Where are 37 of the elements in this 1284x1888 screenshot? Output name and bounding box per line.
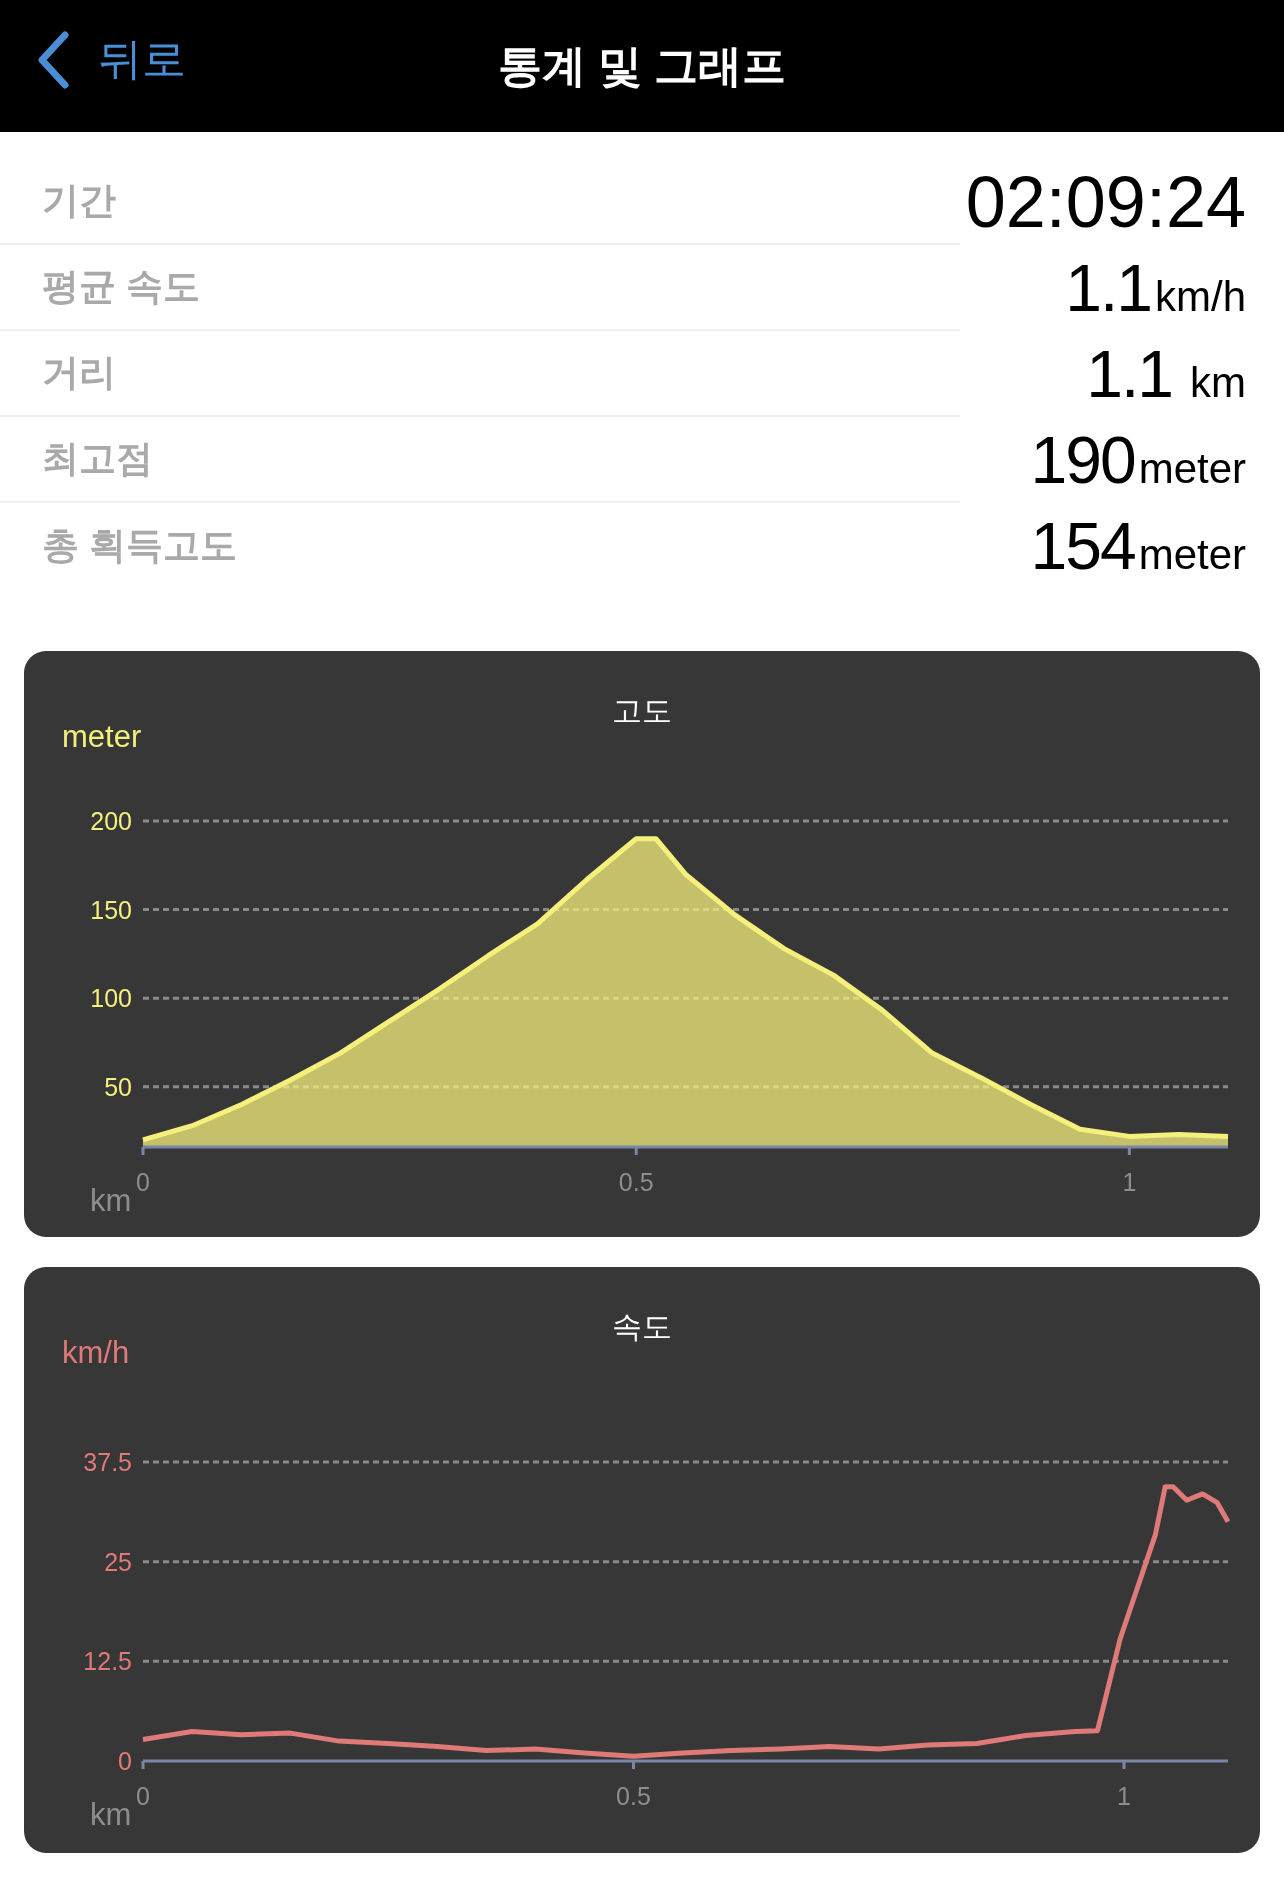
stat-value: 154 bbox=[1030, 508, 1135, 584]
x-tick-label: 1 bbox=[1122, 1168, 1137, 1196]
stat-label: 총 획득고도 bbox=[42, 524, 238, 568]
y-tick-label: 25 bbox=[104, 1547, 132, 1576]
x-tick-label: 1 bbox=[1117, 1782, 1131, 1810]
y-tick-label: 12.5 bbox=[83, 1647, 132, 1676]
chart-title: 속도 bbox=[612, 1310, 672, 1343]
y-tick-label: 50 bbox=[104, 1072, 132, 1101]
stat-value: 1.1 bbox=[1086, 336, 1172, 412]
y-tick-label: 200 bbox=[90, 807, 132, 835]
screen-title: 통계 및 그래프 bbox=[497, 39, 787, 92]
y-tick-label: 150 bbox=[90, 895, 132, 924]
x-tick-label: 0.5 bbox=[616, 1782, 651, 1810]
stat-label: 평균 속도 bbox=[42, 265, 201, 309]
x-tick-label: 0 bbox=[136, 1168, 150, 1196]
axis-unit-label: km bbox=[90, 1797, 132, 1832]
y-tick-label: 37.5 bbox=[83, 1448, 132, 1476]
axis-unit-label: meter bbox=[62, 719, 142, 754]
axis-unit-label: km/h bbox=[62, 1335, 130, 1370]
stat-label: 기간 bbox=[42, 179, 116, 223]
stat-unit: meter bbox=[1138, 531, 1246, 579]
back-button[interactable]: 뒤로 bbox=[36, 30, 186, 89]
chevron-icon bbox=[36, 30, 70, 89]
stat-unit: meter bbox=[1138, 445, 1246, 493]
y-tick-label: 0 bbox=[118, 1747, 132, 1775]
stat-value: 190 bbox=[1030, 422, 1135, 498]
y-tick-label: 100 bbox=[90, 984, 132, 1013]
x-tick-label: 0.5 bbox=[618, 1168, 654, 1196]
stat-label: 거리 bbox=[42, 351, 116, 395]
stat-unit: km/h bbox=[1155, 273, 1246, 321]
axis-unit-label: km bbox=[90, 1183, 132, 1218]
stat-unit: km bbox=[1190, 359, 1246, 407]
x-tick-label: 0 bbox=[136, 1782, 150, 1810]
stat-label: 최고점 bbox=[42, 437, 153, 481]
stat-value: 02:09:24 bbox=[965, 161, 1246, 243]
chart-title: 고도 bbox=[612, 694, 672, 727]
stat-value: 1.1 bbox=[1065, 250, 1151, 326]
